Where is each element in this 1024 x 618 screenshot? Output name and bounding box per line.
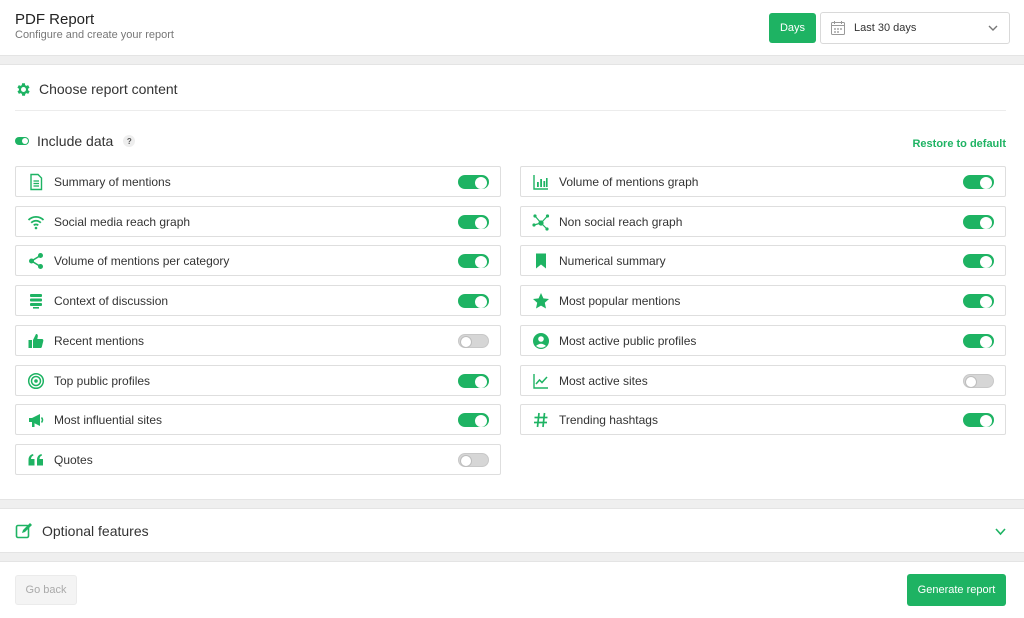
option-label: Non social reach graph: [559, 214, 683, 229]
header-bar: PDF Report Configure and create your rep…: [0, 0, 1024, 56]
optional-features-label: Optional features: [42, 523, 149, 539]
toggle-switch[interactable]: [458, 214, 489, 229]
toggle-switch[interactable]: [963, 333, 994, 348]
star-icon: [532, 292, 550, 310]
toggle-switch[interactable]: [458, 452, 489, 467]
option-numerical-summary[interactable]: Numerical summary: [520, 245, 1006, 277]
option-most-influential-sites[interactable]: Most influential sites: [15, 404, 501, 436]
toggle-switch[interactable]: [963, 254, 994, 269]
toggle-switch[interactable]: [458, 254, 489, 269]
option-recent-mentions[interactable]: Recent mentions: [15, 324, 501, 356]
option-most-popular-mentions[interactable]: Most popular mentions: [520, 285, 1006, 317]
days-button[interactable]: Days: [769, 13, 816, 43]
generate-report-button[interactable]: Generate report: [907, 574, 1006, 606]
option-non-social-reach-graph[interactable]: Non social reach graph: [520, 205, 1006, 237]
option-trending-hashtags[interactable]: Trending hashtags: [520, 404, 1006, 436]
page-subtitle: Configure and create your report: [15, 29, 174, 41]
option-quotes[interactable]: Quotes: [15, 443, 501, 475]
option-volume-of-mentions-graph[interactable]: Volume of mentions graph: [520, 166, 1006, 197]
option-label: Most active public profiles: [559, 333, 697, 348]
date-range-select[interactable]: Last 30 days: [820, 12, 1010, 44]
line-chart-icon: [532, 372, 550, 390]
option-label: Top public profiles: [54, 373, 151, 388]
quote-icon: [27, 451, 45, 469]
gear-icon: [17, 82, 30, 96]
help-icon[interactable]: ?: [123, 135, 136, 147]
optional-features-panel[interactable]: Optional features: [0, 508, 1024, 553]
option-summary-of-mentions[interactable]: Summary of mentions: [15, 166, 501, 197]
option-label: Context of discussion: [54, 294, 169, 309]
option-label: Most influential sites: [54, 413, 163, 428]
option-social-media-reach-graph[interactable]: Social media reach graph: [15, 205, 501, 237]
stack-icon: [27, 292, 45, 310]
thumbs-up-icon: [27, 332, 45, 350]
option-context-of-discussion[interactable]: Context of discussion: [15, 285, 501, 317]
page-title: PDF Report: [15, 11, 95, 28]
option-label: Trending hashtags: [559, 413, 658, 428]
option-label: Numerical summary: [559, 254, 666, 269]
network-icon: [532, 213, 550, 231]
option-label: Social media reach graph: [54, 214, 191, 229]
toggle-switch[interactable]: [963, 413, 994, 428]
option-label: Most popular mentions: [559, 294, 681, 309]
toggle-switch[interactable]: [458, 175, 489, 189]
toggle-switch[interactable]: [458, 333, 489, 348]
chevron-down-icon: [988, 25, 998, 31]
option-label: Most active sites: [559, 373, 648, 388]
target-icon: [27, 372, 45, 390]
wifi-icon: [27, 213, 45, 231]
option-volume-of-mentions-per-category[interactable]: Volume of mentions per category: [15, 245, 501, 277]
option-label: Summary of mentions: [54, 175, 171, 189]
bookmark-icon: [532, 252, 550, 270]
toggle-switch[interactable]: [963, 175, 994, 189]
toggle-switch[interactable]: [963, 294, 994, 309]
pdf-report-page: PDF Report Configure and create your rep…: [0, 0, 1024, 618]
megaphone-icon: [27, 411, 45, 429]
section-header: Choose report content: [15, 79, 178, 99]
option-most-active-public-profiles[interactable]: Most active public profiles: [520, 324, 1006, 356]
toggle-switch[interactable]: [963, 373, 994, 388]
toggle-switch[interactable]: [458, 294, 489, 309]
edit-icon: [15, 523, 32, 539]
footer-bar: Go back Generate report: [0, 561, 1024, 618]
toggle-switch[interactable]: [458, 413, 489, 428]
calendar-icon: [831, 21, 845, 35]
report-content-card: Choose report content Include data ? Res…: [0, 64, 1024, 500]
option-label: Volume of mentions graph: [559, 175, 699, 189]
divider: [15, 110, 1006, 111]
restore-default-link[interactable]: Restore to default: [912, 138, 1006, 150]
option-label: Quotes: [54, 452, 93, 467]
hashtag-icon: [532, 411, 550, 429]
share-icon: [27, 252, 45, 270]
toggle-switch[interactable]: [963, 214, 994, 229]
section-title: Choose report content: [39, 81, 178, 97]
include-data-row: Include data ?: [15, 133, 136, 149]
option-top-public-profiles[interactable]: Top public profiles: [15, 364, 501, 396]
bar-chart-icon: [532, 173, 550, 191]
chevron-down-icon: [995, 528, 1006, 536]
include-data-label: Include data: [37, 133, 114, 149]
option-label: Recent mentions: [54, 333, 145, 348]
option-most-active-sites[interactable]: Most active sites: [520, 364, 1006, 396]
go-back-button[interactable]: Go back: [15, 575, 77, 605]
include-data-toggle[interactable]: [15, 137, 29, 145]
user-circle-icon: [532, 332, 550, 350]
toggle-switch[interactable]: [458, 373, 489, 388]
date-range-value: Last 30 days: [854, 22, 917, 34]
document-icon: [27, 173, 45, 191]
option-label: Volume of mentions per category: [54, 254, 230, 269]
